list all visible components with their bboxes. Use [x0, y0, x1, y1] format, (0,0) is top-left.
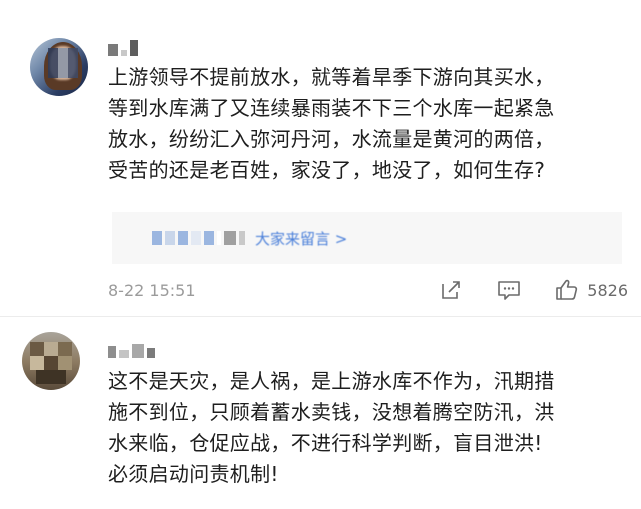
quoted-reply-text: 大家来留言 >: [255, 229, 348, 248]
share-icon[interactable]: [439, 278, 463, 302]
timestamp: 8-22 15:51: [108, 280, 196, 300]
username-pixelated[interactable]: [108, 38, 138, 56]
avatar[interactable]: [30, 38, 88, 96]
comment-actions: 5826: [405, 278, 628, 302]
comment-item: 上游领导不提前放水，就等着旱季下游向其买水， 等到水库满了又连续暴雨装不下三个水…: [0, 0, 641, 318]
quoted-reply-link[interactable]: 大家来留言 >: [112, 212, 622, 264]
comment-divider: [0, 316, 641, 317]
comment-meta: 8-22 15:51 5826: [108, 278, 628, 302]
comment-text: 上游领导不提前放水，就等着旱季下游向其买水， 等到水库满了又连续暴雨装不下三个水…: [108, 65, 555, 182]
comment-item: 这不是天灾，是人祸，是上游水库不作为，汛期措 施不到位，只顾着蓄水卖钱，没想着腾…: [0, 318, 641, 509]
like-count: 5826: [587, 280, 628, 300]
username-pixelated[interactable]: [108, 340, 155, 358]
comment-text: 这不是天灾，是人祸，是上游水库不作为，汛期措 施不到位，只顾着蓄水卖钱，没想着腾…: [108, 369, 555, 486]
pixelated-name: [152, 231, 245, 245]
avatar[interactable]: [22, 332, 80, 390]
thumbs-up-icon[interactable]: [555, 278, 579, 302]
comment-icon[interactable]: [497, 278, 521, 302]
